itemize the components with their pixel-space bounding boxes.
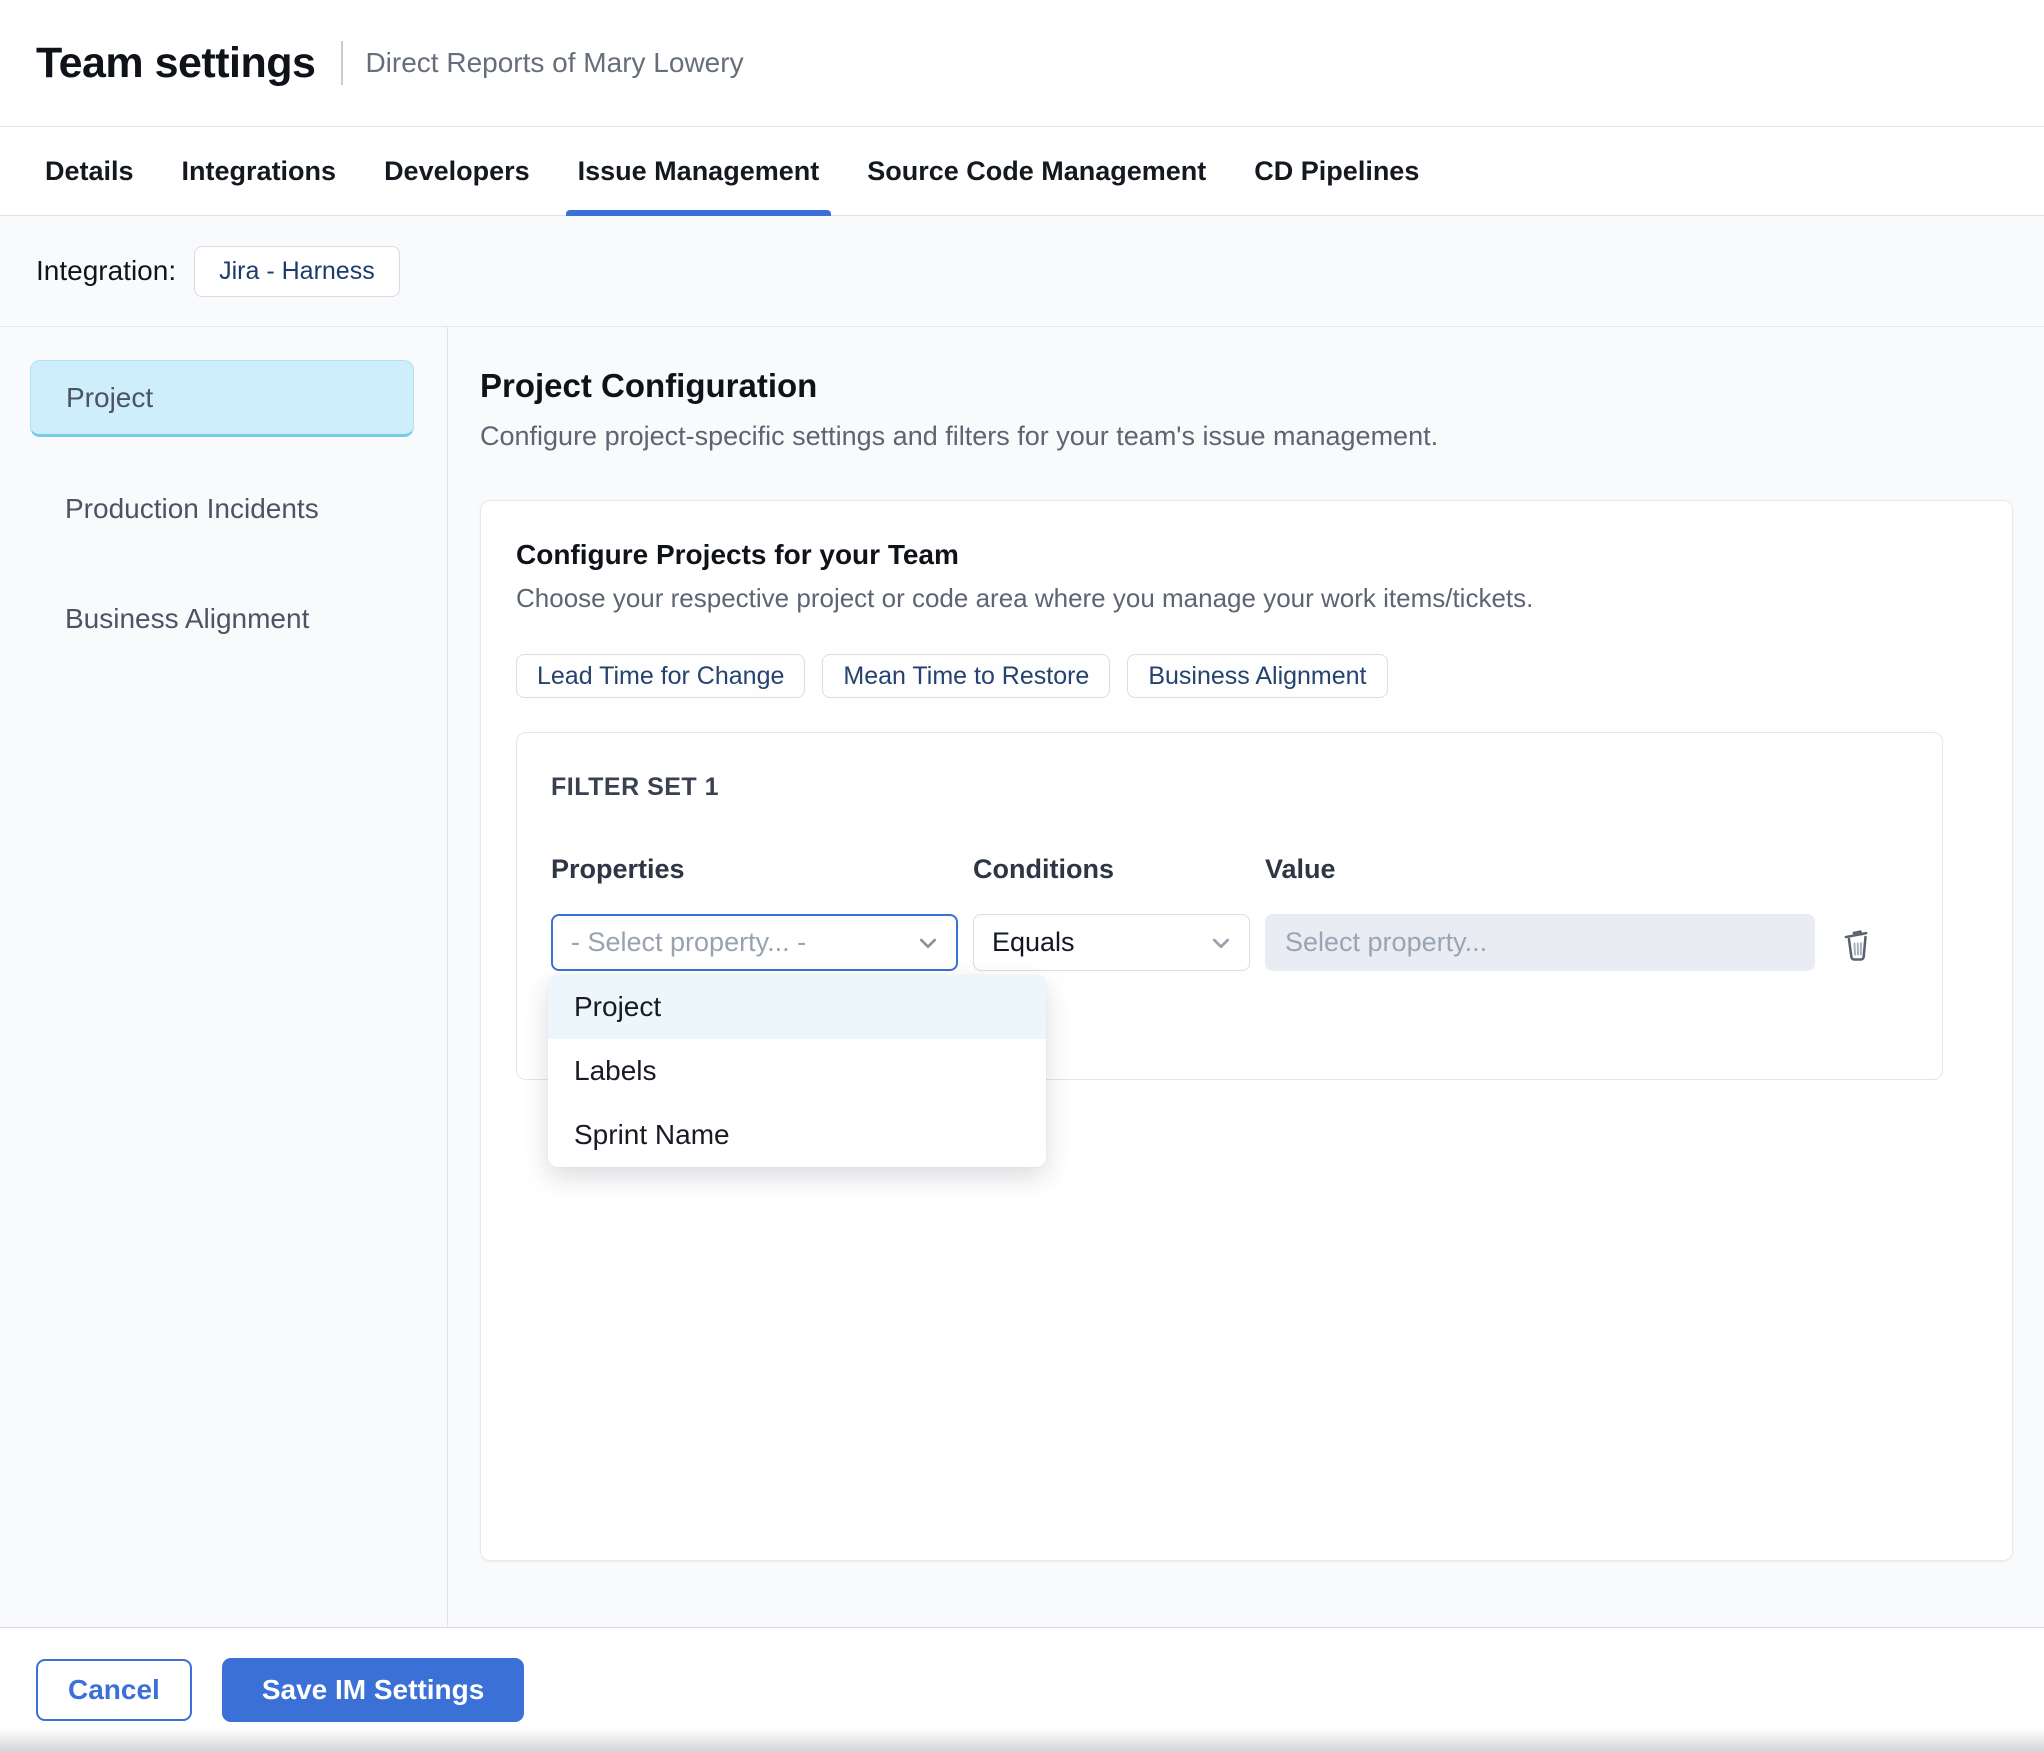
section-description: Configure project-specific settings and … xyxy=(480,421,1439,451)
tab-cd-pipelines[interactable]: CD Pipelines xyxy=(1242,127,1431,215)
filter-set-title: FILTER SET 1 xyxy=(551,773,720,801)
page-subtitle: Direct Reports of Mary Lowery xyxy=(365,47,744,78)
integration-chip[interactable]: Jira - Harness xyxy=(194,245,400,297)
main-panel: Project Configuration Configure project-… xyxy=(448,327,2044,1627)
tab-integrations[interactable]: Integrations xyxy=(170,127,349,215)
save-im-settings-button[interactable]: Save IM Settings xyxy=(221,1658,525,1722)
settings-sidebar: Project Production Incidents Business Al… xyxy=(0,327,448,1627)
tab-developers[interactable]: Developers xyxy=(372,127,542,215)
chip-lead-time-for-change[interactable]: Lead Time for Change xyxy=(516,654,806,698)
app-window: Team settings Direct Reports of Mary Low… xyxy=(0,0,2044,1752)
chip-mean-time-to-restore[interactable]: Mean Time to Restore xyxy=(822,654,1111,698)
tab-issue-management[interactable]: Issue Management xyxy=(565,127,832,216)
chevron-down-icon xyxy=(919,938,937,948)
integration-label: Integration: xyxy=(36,255,177,286)
condition-select[interactable]: Equals xyxy=(973,914,1250,971)
filter-set-1: FILTER SET 1 Properties Conditions Value… xyxy=(516,732,1943,1167)
value-column-label: Value xyxy=(1265,854,1336,884)
filter-fields-row: - Select property... - Equals xyxy=(551,914,1942,971)
bottom-fade xyxy=(0,1728,2044,1752)
dropdown-option-sprint-name[interactable]: Sprint Name xyxy=(548,1103,1046,1167)
dropdown-option-labels[interactable]: Labels xyxy=(548,1039,1046,1103)
tab-source-code-management[interactable]: Source Code Management xyxy=(855,127,1218,215)
page-title: Team settings xyxy=(36,38,316,87)
properties-column-label: Properties xyxy=(551,854,685,884)
delete-filter-button[interactable] xyxy=(1830,917,1882,969)
tab-details[interactable]: Details xyxy=(33,127,146,215)
sidebar-item-business-alignment[interactable]: Business Alignment xyxy=(30,580,414,657)
trash-icon xyxy=(1844,929,1868,961)
sidebar-item-production-incidents[interactable]: Production Incidents xyxy=(30,470,414,547)
chip-business-alignment[interactable]: Business Alignment xyxy=(1127,654,1388,698)
card-description: Choose your respective project or code a… xyxy=(516,583,1534,613)
content-area: Project Production Incidents Business Al… xyxy=(0,327,2044,1627)
property-select[interactable]: - Select property... - xyxy=(551,914,958,971)
tab-bar: Details Integrations Developers Issue Ma… xyxy=(0,127,2044,216)
cancel-button[interactable]: Cancel xyxy=(36,1659,192,1721)
conditions-column-label: Conditions xyxy=(973,854,1114,884)
configure-projects-card: Configure Projects for your Team Choose … xyxy=(480,500,2013,1561)
section-title: Project Configuration xyxy=(480,367,818,404)
sidebar-item-project[interactable]: Project xyxy=(30,360,414,437)
integration-bar: Integration: Jira - Harness xyxy=(0,216,2044,327)
card-title: Configure Projects for your Team xyxy=(516,539,959,570)
condition-select-value: Equals xyxy=(992,927,1075,957)
filter-column-labels: Properties Conditions Value xyxy=(551,854,1942,885)
property-options-dropdown: Project Labels Sprint Name xyxy=(548,975,1046,1167)
metric-chip-row: Lead Time for Change Mean Time to Restor… xyxy=(516,654,1977,698)
value-input[interactable] xyxy=(1265,914,1815,971)
chevron-down-icon xyxy=(1212,938,1230,948)
page-header: Team settings Direct Reports of Mary Low… xyxy=(0,0,2044,127)
dropdown-option-project[interactable]: Project xyxy=(548,975,1046,1039)
title-divider xyxy=(341,41,344,85)
footer-action-bar: Cancel Save IM Settings xyxy=(0,1627,2044,1752)
property-select-placeholder: - Select property... - xyxy=(571,927,807,957)
